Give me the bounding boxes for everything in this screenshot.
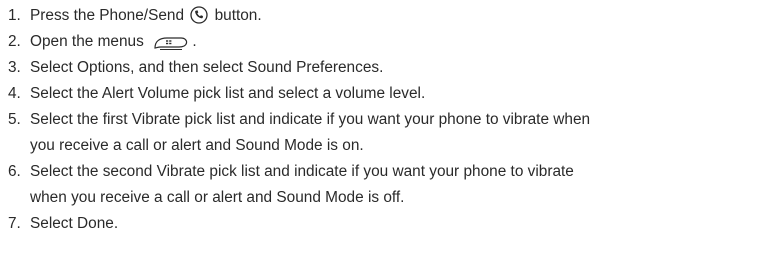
step-number: 2. (8, 33, 21, 50)
step-text-line-1: Select the first Vibrate pick list and i… (30, 111, 591, 128)
instruction-steps: 1. Press the Phone/Send button. 2. Open … (8, 3, 758, 237)
step-number: 1. (8, 7, 21, 24)
step-number: 7. (8, 215, 21, 232)
step-text-line-2: you receive a call or alert and Sound Mo… (30, 137, 364, 154)
step-number: 6. (8, 163, 21, 180)
step-3: 3. Select Options, and then select Sound… (8, 55, 758, 81)
step-number: 4. (8, 85, 21, 102)
menu-icon (154, 37, 188, 50)
step-number: 3. (8, 59, 21, 76)
step-text: Open the menus (30, 33, 144, 50)
step-text-line-2: when you receive a call or alert and Sou… (30, 189, 405, 206)
step-5: 5. Select the first Vibrate pick list an… (8, 107, 758, 159)
step-text: Select Options, and then select Sound Pr… (30, 59, 384, 76)
step-text-continued: . (192, 33, 197, 50)
phone-icon (190, 6, 208, 24)
step-1: 1. Press the Phone/Send button. (8, 3, 758, 29)
step-text: Select the Alert Volume pick list and se… (30, 85, 426, 102)
step-number: 5. (8, 111, 21, 128)
step-4: 4. Select the Alert Volume pick list and… (8, 81, 758, 107)
step-6: 6. Select the second Vibrate pick list a… (8, 159, 758, 211)
step-text-continued: button. (214, 7, 262, 24)
step-text-line-1: Select the second Vibrate pick list and … (30, 163, 574, 180)
step-2: 2. Open the menus . (8, 29, 758, 55)
step-7: 7. Select Done. (8, 211, 758, 237)
step-text: Select Done. (30, 215, 119, 232)
step-text: Press the Phone/Send (30, 7, 185, 24)
